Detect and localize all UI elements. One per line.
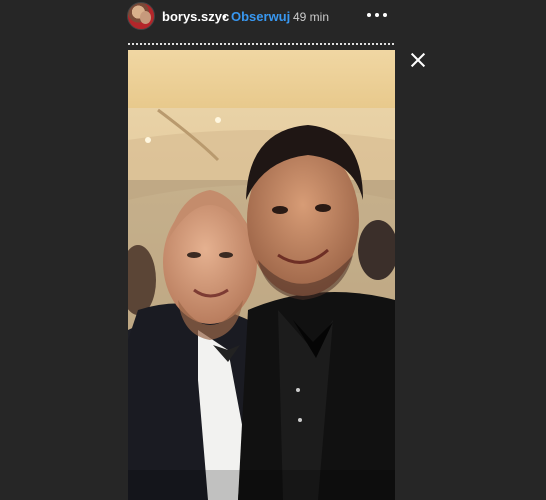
close-icon[interactable]: [409, 51, 427, 69]
story-image[interactable]: [128, 50, 395, 500]
separator-dot: •: [222, 9, 227, 24]
follow-button[interactable]: Obserwuj: [231, 9, 290, 24]
avatar[interactable]: [127, 2, 155, 30]
story-header: borys.szyc • Obserwuj 49 min: [0, 0, 546, 34]
username[interactable]: borys.szyc: [162, 9, 229, 24]
selfie-photo: [128, 50, 395, 500]
story-progress-bar: [128, 43, 395, 45]
timestamp: 49 min: [293, 10, 330, 24]
more-options-icon[interactable]: [367, 8, 389, 22]
